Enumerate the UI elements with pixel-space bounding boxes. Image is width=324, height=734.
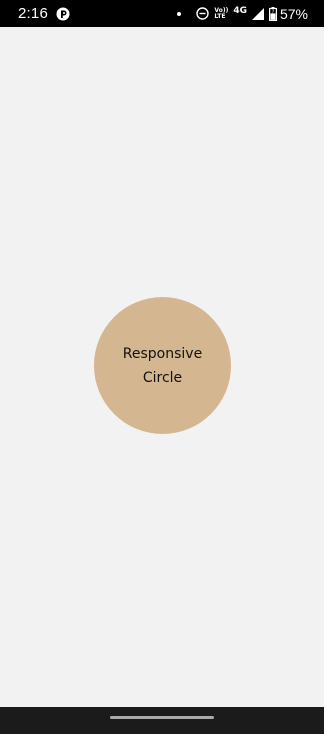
status-bar: 2:16 Vo)) LTE 4G ? 57%: [0, 0, 324, 27]
status-time: 2:16: [18, 5, 48, 22]
app-screen: 2:16 Vo)) LTE 4G ? 57% Responsive Circle: [0, 0, 324, 734]
responsive-circle: Responsive Circle: [94, 297, 231, 434]
do-not-disturb-icon: [196, 7, 210, 20]
home-indicator-handle[interactable]: [110, 716, 214, 719]
battery-percentage: 57%: [279, 5, 308, 22]
main-content: Responsive Circle: [0, 27, 324, 707]
network-type: 4G: [233, 5, 247, 16]
status-right: Vo)) LTE 4G ? 57%: [177, 0, 308, 27]
notification-dot-icon: [177, 11, 182, 16]
navigation-bar: [0, 707, 324, 734]
volte-line-2: LTE: [214, 12, 226, 20]
signal-strength-icon: [251, 7, 264, 20]
app-notification-icon: [56, 7, 70, 21]
svg-text:?: ?: [272, 9, 275, 15]
circle-label: Responsive Circle: [122, 345, 203, 386]
status-left: 2:16: [18, 0, 70, 27]
volte-indicator: Vo)) LTE: [214, 7, 228, 20]
battery-icon: ?: [268, 6, 277, 21]
